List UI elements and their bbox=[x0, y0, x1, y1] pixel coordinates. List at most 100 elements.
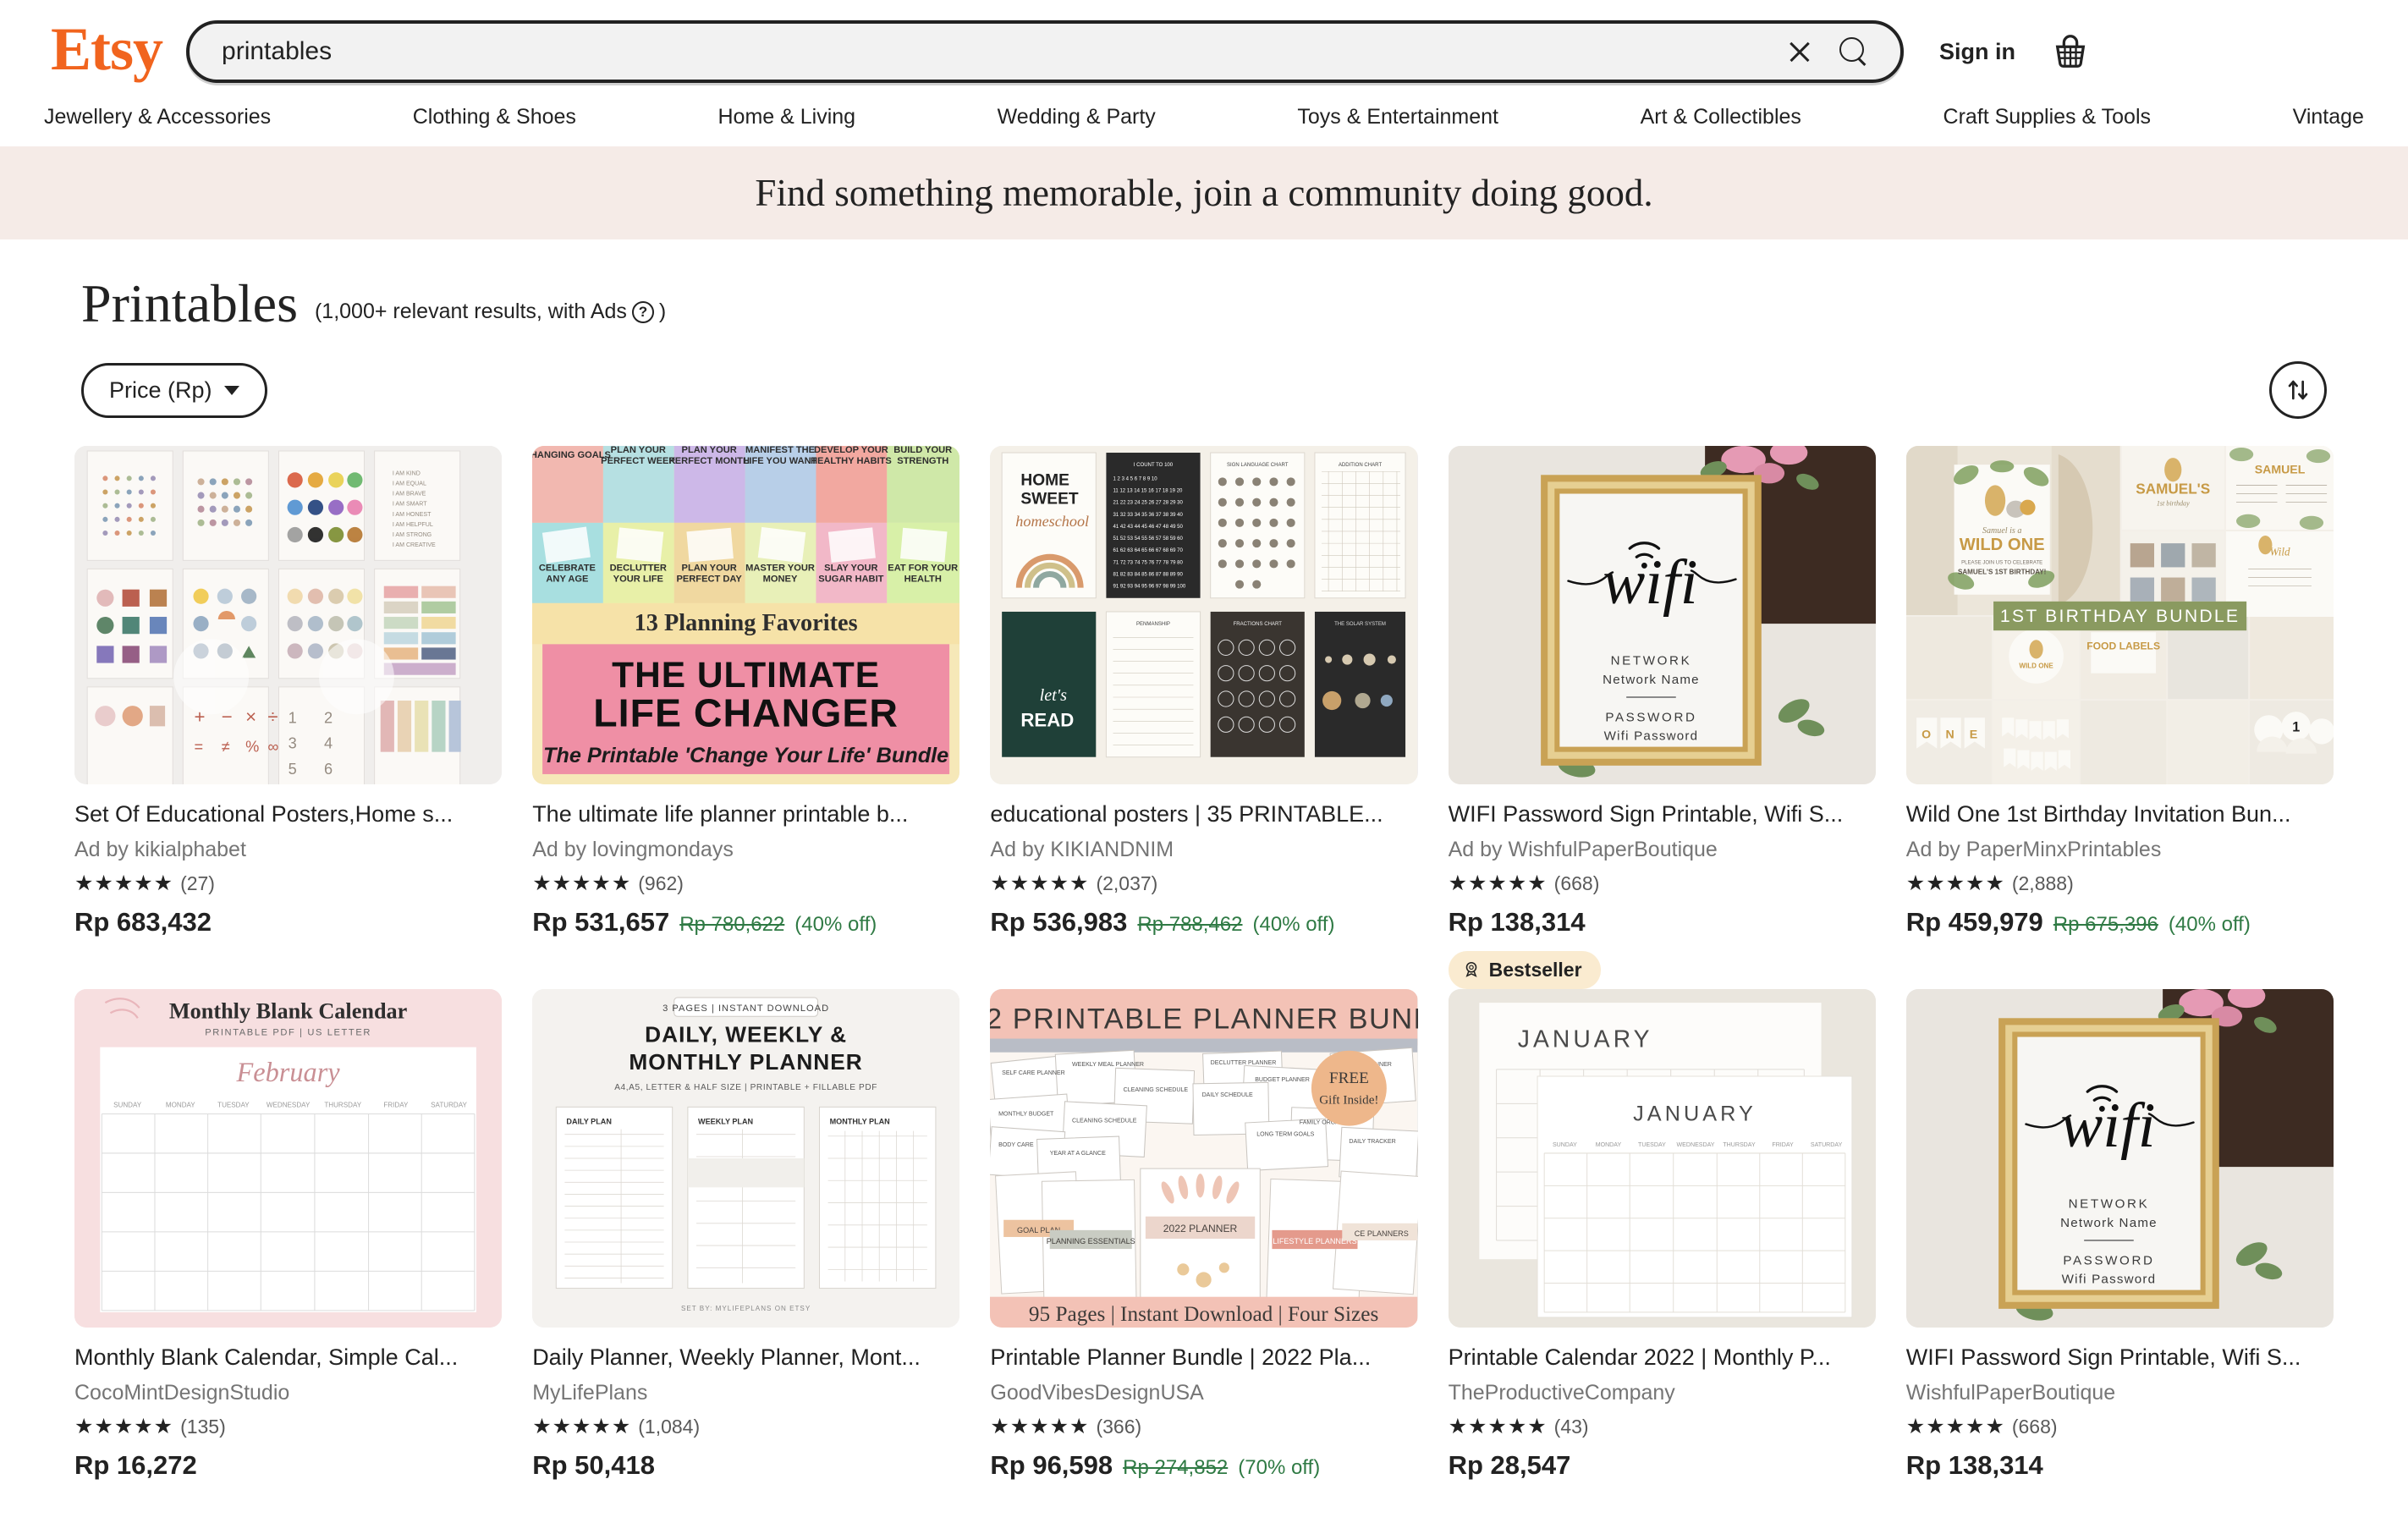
product-title[interactable]: WIFI Password Sign Printable, Wifi S... bbox=[1449, 800, 1876, 829]
first-birthday-bundle-thumbnail[interactable]: Samuel is a WILD ONE PLEASE JOIN US TO C… bbox=[1905, 446, 2334, 784]
life-changer-subtitle: 13 Planning Favorites bbox=[635, 610, 858, 636]
product-card[interactable]: 3 PAGES | INSTANT DOWNLOAD DAILY, WEEKLY… bbox=[532, 988, 960, 1481]
svg-text:THE SOLAR SYSTEM: THE SOLAR SYSTEM bbox=[1334, 622, 1386, 627]
product-card[interactable]: wifi NETWORK Network Name PASSWORD Wifi … bbox=[1905, 988, 2334, 1481]
product-shop: TheProductiveCompany bbox=[1448, 1380, 1675, 1405]
product-card[interactable]: Monthly Blank Calendar PRINTABLE PDF | U… bbox=[74, 988, 503, 1481]
svg-text:HEALTHY HABITS: HEALTHY HABITS bbox=[811, 456, 892, 466]
svg-text:LIFE CHANGER: LIFE CHANGER bbox=[593, 690, 899, 734]
product-shop: Ad by kikialphabet bbox=[74, 837, 246, 861]
rating-count: (668) bbox=[1553, 871, 1600, 894]
product-card[interactable]: HOME SWEET homeschool I COUNT TO 100 1 2… bbox=[990, 446, 1418, 989]
product-card[interactable]: JANUARY JANUARY SUNDAY MONDAY TUESDAY WEDN… bbox=[1448, 988, 1876, 1481]
category-nav: Jewellery & Accessories Clothing & Shoes… bbox=[0, 98, 2408, 146]
svg-text:FRIDAY: FRIDAY bbox=[383, 1101, 409, 1108]
svg-text:I AM SMART: I AM SMART bbox=[393, 502, 427, 508]
svg-text:CLEANING SCHEDULE: CLEANING SCHEDULE bbox=[1072, 1118, 1137, 1124]
product-title[interactable]: Set Of Educational Posters,Home s... bbox=[74, 800, 502, 829]
shopping-basket-icon[interactable] bbox=[2051, 32, 2090, 71]
site-header: Etsy Sign in bbox=[0, 0, 2408, 98]
product-title[interactable]: educational posters | 35 PRINTABLE... bbox=[990, 800, 1417, 829]
educational-posters-grid-thumbnail[interactable]: I AM KIND I AM EQUAL I AM BRAVE I AM SMART… bbox=[74, 446, 503, 784]
svg-text:O: O bbox=[1921, 727, 1931, 740]
nav-item-art-collectibles[interactable]: Art & Collectibles bbox=[1641, 105, 1801, 129]
product-title[interactable]: WIFI Password Sign Printable, Wifi S... bbox=[1906, 1344, 2334, 1372]
product-card[interactable]: wifi NETWORK Network Name PASSWORD Wifi … bbox=[1448, 446, 1876, 989]
svg-text:YEAR AT A GLANCE: YEAR AT A GLANCE bbox=[1050, 1151, 1106, 1157]
nav-item-home-living[interactable]: Home & Living bbox=[718, 105, 856, 129]
status-badge-label: Bestseller bbox=[1488, 958, 1582, 981]
nav-item-craft-supplies-tools[interactable]: Craft Supplies & Tools bbox=[1943, 105, 2152, 129]
svg-text:71 72 73 74 75 76 77 78 79 80: 71 72 73 74 75 76 77 78 79 80 bbox=[1113, 560, 1184, 565]
svg-text:FREE: FREE bbox=[1329, 1069, 1369, 1087]
help-icon[interactable]: ? bbox=[631, 300, 654, 323]
star-rating-icon: ★★★★★ bbox=[990, 871, 1090, 895]
nav-item-vintage[interactable]: Vintage bbox=[2293, 105, 2364, 129]
price-filter-button[interactable]: Price (Rp) bbox=[81, 362, 267, 418]
product-card[interactable]: Samuel is a WILD ONE PLEASE JOIN US TO C… bbox=[1905, 446, 2334, 989]
product-title[interactable]: Printable Planner Bundle | 2022 Pla... bbox=[990, 1344, 1417, 1372]
product-title[interactable]: Wild One 1st Birthday Invitation Bun... bbox=[1906, 800, 2334, 829]
svg-text:SET BY: MYLIFEPLANS ON ETSY: SET BY: MYLIFEPLANS ON ETSY bbox=[681, 1305, 811, 1312]
product-card[interactable]: CHANGING GOALS PLAN YOUR PERFECT WEEK PLA… bbox=[532, 446, 960, 989]
nav-item-toys-entertainment[interactable]: Toys & Entertainment bbox=[1297, 105, 1498, 129]
svg-text:TUESDAY: TUESDAY bbox=[1638, 1142, 1666, 1148]
svg-text:MANIFEST THE: MANIFEST THE bbox=[745, 446, 815, 455]
nav-item-clothing-shoes[interactable]: Clothing & Shoes bbox=[413, 105, 576, 129]
star-rating-icon: ★★★★★ bbox=[74, 871, 174, 895]
results-count: (1,000+ relevant results, with Ads ? ) bbox=[315, 300, 666, 331]
wifi-password-sign-thumbnail[interactable]: wifi NETWORK Network Name PASSWORD Wifi … bbox=[1448, 446, 1876, 784]
svg-text:DECLUTTER: DECLUTTER bbox=[610, 563, 667, 573]
product-discount: (70% off) bbox=[1238, 1455, 1321, 1479]
product-title[interactable]: Printable Calendar 2022 | Monthly P... bbox=[1449, 1344, 1876, 1372]
product-original-price: Rp 274,852 bbox=[1123, 1455, 1229, 1479]
svg-text:The Printable 'Change Your Lif: The Printable 'Change Your Life' Bundle bbox=[543, 744, 948, 767]
svg-text:SATURDAY: SATURDAY bbox=[431, 1101, 467, 1108]
svg-text:BUDGET PLANNER: BUDGET PLANNER bbox=[1256, 1077, 1311, 1083]
product-price: Rp 531,657 bbox=[532, 906, 670, 937]
product-card[interactable]: I AM KIND I AM EQUAL I AM BRAVE I AM SMART… bbox=[74, 446, 503, 989]
page-title: Printables bbox=[81, 273, 298, 333]
clear-search-button[interactable] bbox=[1773, 24, 1826, 80]
ultimate-life-changer-thumbnail[interactable]: CHANGING GOALS PLAN YOUR PERFECT WEEK PLA… bbox=[532, 446, 960, 784]
svg-text:≠: ≠ bbox=[222, 739, 230, 756]
rating-count: (1,084) bbox=[638, 1415, 701, 1438]
svg-text:February: February bbox=[236, 1057, 341, 1087]
daily-weekly-monthly-planner-thumbnail[interactable]: 3 PAGES | INSTANT DOWNLOAD DAILY, WEEKLY… bbox=[532, 988, 960, 1328]
svg-text:CELEBRATE: CELEBRATE bbox=[539, 563, 596, 573]
monthly-blank-calendar-thumbnail[interactable]: Monthly Blank Calendar PRINTABLE PDF | U… bbox=[74, 988, 503, 1328]
svg-text:SUNDAY: SUNDAY bbox=[113, 1101, 142, 1108]
product-title[interactable]: Daily Planner, Weekly Planner, Mont... bbox=[532, 1344, 959, 1372]
nav-item-jewellery-accessories[interactable]: Jewellery & Accessories bbox=[44, 105, 271, 129]
homeschool-posters-thumbnail[interactable]: HOME SWEET homeschool I COUNT TO 100 1 2… bbox=[990, 446, 1418, 784]
rating-count: (2,888) bbox=[2011, 871, 2074, 894]
search-box bbox=[186, 20, 1905, 83]
svg-text:MONDAY: MONDAY bbox=[166, 1101, 195, 1108]
product-price: Rp 138,314 bbox=[1905, 1449, 2043, 1480]
search-button[interactable] bbox=[1826, 24, 1882, 80]
product-price: Rp 50,418 bbox=[532, 1449, 655, 1480]
svg-text:WILD ONE: WILD ONE bbox=[2019, 663, 2053, 670]
svg-text:NETWORK: NETWORK bbox=[2068, 1196, 2149, 1211]
product-title[interactable]: Monthly Blank Calendar, Simple Cal... bbox=[74, 1344, 502, 1372]
price-filter-label: Price (Rp) bbox=[109, 377, 212, 403]
nav-item-wedding-party[interactable]: Wedding & Party bbox=[998, 105, 1156, 129]
svg-text:Network Name: Network Name bbox=[2060, 1216, 2158, 1230]
2022-planner-bundle-thumbnail[interactable]: 2022 PRINTABLE PLANNER BUNDLE bbox=[990, 988, 1418, 1328]
svg-text:SAMUEL'S: SAMUEL'S bbox=[2136, 481, 2210, 498]
product-card[interactable]: 2022 PRINTABLE PLANNER BUNDLE bbox=[990, 988, 1418, 1481]
svg-text:=: = bbox=[194, 739, 203, 756]
search-input[interactable] bbox=[222, 37, 1774, 66]
svg-text:Wifi Password: Wifi Password bbox=[2061, 1272, 2156, 1286]
wifi-password-sign-thumbnail-2[interactable]: wifi NETWORK Network Name PASSWORD Wifi … bbox=[1905, 988, 2334, 1328]
svg-text:Monthly Blank Calendar: Monthly Blank Calendar bbox=[169, 998, 408, 1023]
svg-text:PLAN YOUR: PLAN YOUR bbox=[611, 446, 666, 455]
printable-calendar-2022-thumbnail[interactable]: JANUARY JANUARY SUNDAY MONDAY TUESDAY WEDN… bbox=[1448, 988, 1876, 1328]
sort-button[interactable] bbox=[2269, 361, 2327, 419]
svg-text:11 12 13 14 15 16 17 18 19 20: 11 12 13 14 15 16 17 18 19 20 bbox=[1113, 489, 1184, 494]
sign-in-button[interactable]: Sign in bbox=[1927, 39, 2027, 65]
star-rating-icon: ★★★★★ bbox=[1448, 1414, 1548, 1438]
etsy-logo[interactable]: Etsy bbox=[51, 19, 163, 85]
product-title[interactable]: The ultimate life planner printable b... bbox=[532, 800, 959, 829]
svg-text:CLEANING SCHEDULE: CLEANING SCHEDULE bbox=[1124, 1087, 1189, 1093]
